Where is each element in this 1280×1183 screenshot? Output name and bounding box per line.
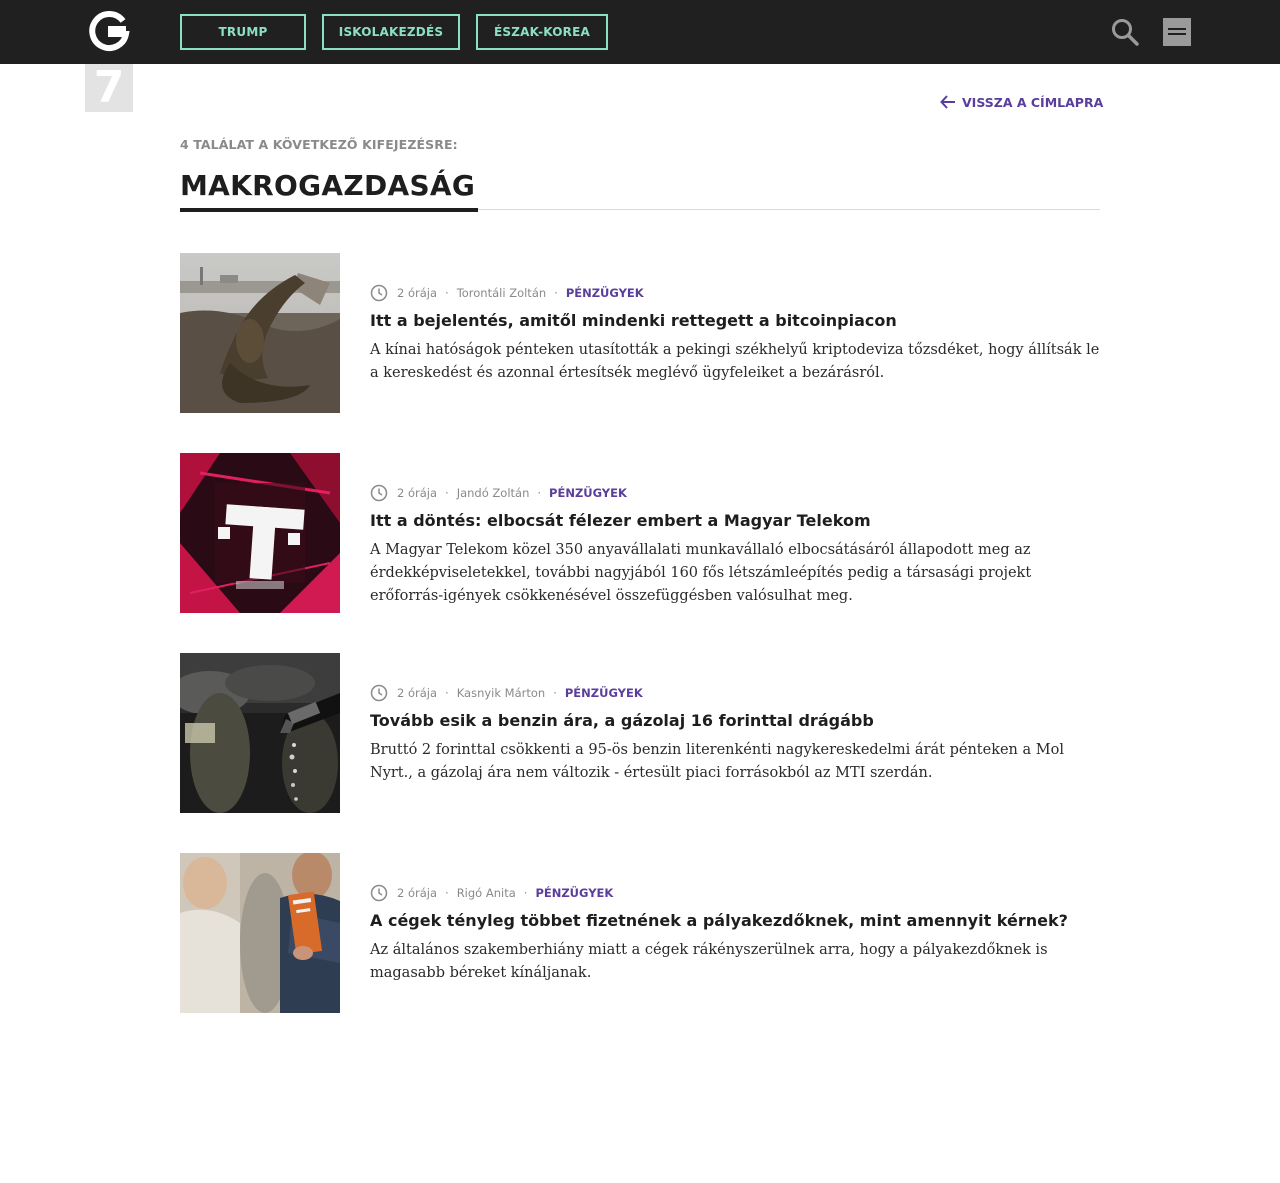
article-time: 2 órája <box>397 286 438 300</box>
article-title-link[interactable]: Tovább esik a benzin ára, a gázolaj 16 f… <box>370 710 874 732</box>
article-category-link[interactable]: PÉNZÜGYEK <box>565 686 643 700</box>
hamburger-menu-icon[interactable] <box>1163 18 1191 46</box>
result-count-label: 4 TALÁLAT A KÖVETKEZŐ KIFEJEZÉSRE: <box>180 137 458 152</box>
clock-icon <box>370 684 388 702</box>
back-to-homepage-link[interactable]: VISSZA A CÍMLAPRA <box>940 93 1103 111</box>
article-lead: Bruttó 2 forinttal csökkenti a 95-ös ben… <box>370 742 1064 781</box>
clock-icon <box>370 284 388 302</box>
article-lead: Az általános szakemberhiány miatt a cége… <box>370 942 1048 981</box>
article-lead: A Magyar Telekom közel 350 anyavállalati… <box>370 542 1032 604</box>
article-time: 2 órája <box>397 486 438 500</box>
article-time: 2 órája <box>397 886 438 900</box>
article-title-link[interactable]: Itt a bejelentés, amitől mindenki retteg… <box>370 310 897 332</box>
article-title-link[interactable]: A cégek tényleg többet fizetnének a pály… <box>370 910 1068 932</box>
top-navigation-bar: TRUMP ISKOLAKEZDÉS ÉSZAK-KOREA <box>0 0 1280 64</box>
article-meta: 2 órája · Rigó Anita · PÉNZÜGYEK <box>370 884 613 902</box>
clock-icon <box>370 884 388 902</box>
article-lead: A kínai hatóságok pénteken utasították a… <box>370 342 1100 381</box>
article-thumbnail[interactable] <box>180 453 340 613</box>
article-author[interactable]: Torontáli Zoltán <box>457 286 546 300</box>
article-meta: 2 órája · Torontáli Zoltán · PÉNZÜGYEK <box>370 284 644 302</box>
site-logo[interactable]: 7 <box>85 0 133 112</box>
article-meta: 2 órája · Jandó Zoltán · PÉNZÜGYEK <box>370 484 627 502</box>
article-thumbnail[interactable] <box>180 653 340 813</box>
back-link-label: VISSZA A CÍMLAPRA <box>962 94 1104 110</box>
logo-seven: 7 <box>85 64 133 112</box>
article-title-link[interactable]: Itt a döntés: elbocsát félezer embert a … <box>370 510 871 532</box>
article-category-link[interactable]: PÉNZÜGYEK <box>549 486 627 500</box>
article-author[interactable]: Rigó Anita <box>457 886 516 900</box>
clock-icon <box>370 484 388 502</box>
article-thumbnail[interactable] <box>180 253 340 413</box>
article-item: 2 órája · Torontáli Zoltán · PÉNZÜGYEK I… <box>180 253 1100 413</box>
logo-g-icon <box>85 0 133 64</box>
article-item: 2 órája · Jandó Zoltán · PÉNZÜGYEK Itt a… <box>180 453 1100 613</box>
article-category-link[interactable]: PÉNZÜGYEK <box>566 286 644 300</box>
article-thumbnail[interactable] <box>180 853 340 1013</box>
search-icon[interactable] <box>1110 17 1140 47</box>
tag-iskolakezdes-button[interactable]: ISKOLAKEZDÉS <box>322 14 460 50</box>
arrow-left-icon <box>940 95 955 109</box>
tag-trump-button[interactable]: TRUMP <box>180 14 306 50</box>
heading-underline <box>180 208 478 212</box>
tag-eszak-korea-button[interactable]: ÉSZAK-KOREA <box>476 14 608 50</box>
article-item: 2 órája · Rigó Anita · PÉNZÜGYEK A cégek… <box>180 853 1100 1013</box>
search-term-heading: MAKROGAZDASÁG <box>180 169 476 202</box>
article-author[interactable]: Jandó Zoltán <box>457 486 530 500</box>
article-author[interactable]: Kasnyik Márton <box>457 686 546 700</box>
article-time: 2 órája <box>397 686 438 700</box>
article-meta: 2 órája · Kasnyik Márton · PÉNZÜGYEK <box>370 684 643 702</box>
article-item: 2 órája · Kasnyik Márton · PÉNZÜGYEK Tov… <box>180 653 1100 813</box>
article-category-link[interactable]: PÉNZÜGYEK <box>535 886 613 900</box>
